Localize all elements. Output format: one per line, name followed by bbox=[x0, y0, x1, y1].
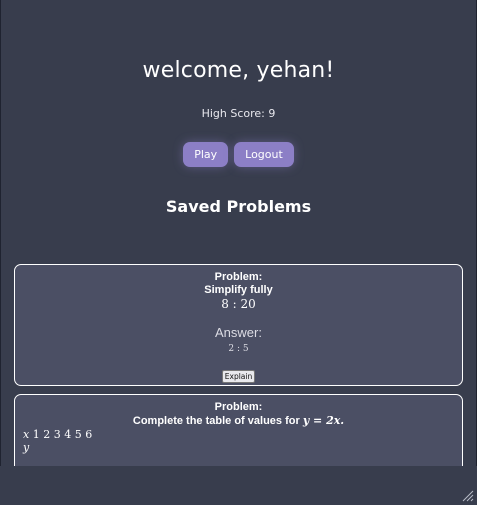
problem-label: Problem: bbox=[214, 401, 263, 413]
problem-text: Simplify fully bbox=[204, 284, 273, 296]
resize-grip-icon[interactable] bbox=[462, 490, 474, 502]
table-x-label: x bbox=[23, 428, 30, 441]
problem-text-prefix: Complete the table of values for bbox=[132, 415, 300, 427]
welcome-heading: welcome, yehan! bbox=[142, 58, 335, 83]
answer-value: 2 : 5 bbox=[228, 344, 249, 354]
problem-card: Problem: Complete the table of values fo… bbox=[14, 394, 463, 466]
table-row: y bbox=[15, 441, 462, 454]
problem-expression: 8 : 20 bbox=[221, 297, 256, 311]
table-x-values: 1 2 3 4 5 6 bbox=[32, 428, 93, 441]
logout-button[interactable]: Logout bbox=[234, 142, 294, 167]
problem-text: Complete the table of values for y = 2x. bbox=[15, 414, 462, 428]
answer-label: Answer: bbox=[215, 325, 262, 340]
saved-problems-list[interactable]: Problem: Simplify fully 8 : 20 Answer: 2… bbox=[0, 258, 477, 466]
problem-label: Problem: bbox=[214, 271, 263, 283]
table-row: x 1 2 3 4 5 6 bbox=[15, 428, 462, 441]
action-buttons: Play Logout bbox=[0, 142, 477, 167]
explain-button[interactable]: Explain bbox=[221, 370, 256, 383]
problem-card: Problem: Simplify fully 8 : 20 Answer: 2… bbox=[14, 264, 463, 386]
bottom-bar bbox=[0, 466, 477, 505]
high-score-text: High Score: 9 bbox=[201, 107, 276, 120]
play-button[interactable]: Play bbox=[183, 142, 229, 167]
table-y-label: y bbox=[23, 441, 30, 454]
saved-problems-heading: Saved Problems bbox=[165, 197, 312, 216]
problem-equation: y = 2x. bbox=[302, 414, 345, 427]
